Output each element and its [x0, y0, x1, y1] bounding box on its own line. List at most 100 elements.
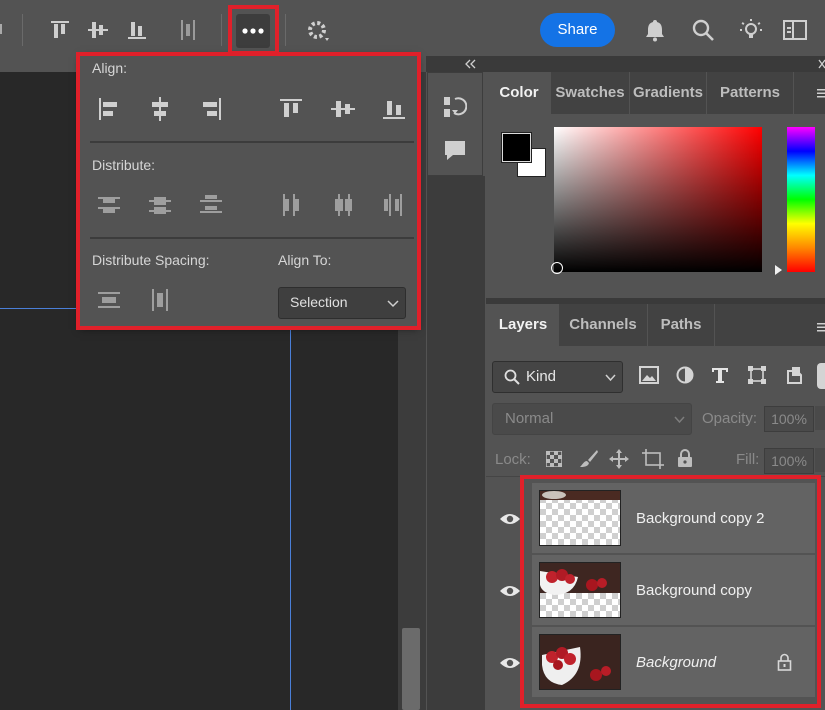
tab-channels[interactable]: Channels — [559, 304, 647, 346]
search-icon — [504, 369, 520, 385]
more-options-icon — [242, 28, 264, 34]
tab-gradients[interactable]: Gradients — [630, 72, 706, 114]
layer-name[interactable]: Background copy 2 — [636, 510, 764, 527]
distribute-spacing-label: Distribute Spacing: — [92, 252, 210, 268]
layer-name[interactable]: Background copy — [636, 582, 752, 599]
filter-type-layers-icon[interactable] — [711, 366, 729, 384]
search-icon[interactable] — [691, 18, 715, 42]
layer-visibility-eye-icon[interactable] — [499, 656, 521, 670]
lock-position-move-icon[interactable] — [609, 449, 629, 469]
filter-pixel-layers-icon[interactable] — [639, 366, 659, 384]
align-to-label: Align To: — [278, 252, 332, 268]
layer-lock-icon[interactable] — [777, 653, 792, 671]
distribute-right-edges-icon[interactable] — [381, 192, 407, 218]
lock-image-pixels-brush-icon[interactable] — [579, 449, 599, 469]
panel-menu-icon[interactable] — [817, 322, 825, 332]
lock-transparent-pixels-icon[interactable] — [546, 451, 562, 467]
tab-paths[interactable]: Paths — [648, 304, 714, 346]
share-button[interactable]: Share — [540, 13, 615, 47]
layer-thumbnail[interactable] — [539, 490, 621, 546]
distribute-left-edges-icon[interactable] — [278, 192, 304, 218]
layer-thumbnail-image — [540, 563, 620, 595]
lock-label: Lock: — [495, 451, 531, 468]
distribute-bottom-edges-icon[interactable] — [198, 192, 224, 218]
fill-input-overflow — [815, 448, 825, 472]
panel-dock-header — [426, 56, 825, 72]
tab-swatches[interactable]: Swatches — [551, 72, 629, 114]
lock-artboard-icon[interactable] — [642, 449, 664, 469]
settings-gear-icon[interactable] — [306, 18, 330, 42]
guide-line-horizontal — [0, 308, 80, 309]
align-vertical-centers-icon[interactable] — [86, 18, 110, 42]
layer-name[interactable]: Background — [636, 654, 716, 671]
opacity-input[interactable]: 100% — [764, 406, 814, 432]
scrollbar-thumb[interactable] — [402, 628, 420, 710]
tips-lightbulb-icon[interactable] — [739, 18, 763, 42]
align-bottom-edges-icon[interactable] — [125, 18, 149, 42]
fill-input[interactable]: 100% — [764, 448, 814, 474]
filter-toggle-switch[interactable] — [817, 363, 825, 389]
align-top-edges-icon[interactable] — [48, 18, 72, 42]
align-right-edges-icon[interactable] — [198, 96, 224, 122]
filter-shape-layers-icon[interactable] — [748, 366, 766, 384]
align-top-edges-icon[interactable] — [278, 96, 304, 122]
filter-adjustment-layers-icon[interactable] — [676, 366, 694, 384]
distribute-vertical-spacing-icon[interactable] — [96, 287, 122, 313]
more-options-button[interactable] — [236, 14, 270, 48]
chevron-down-icon — [605, 374, 616, 382]
history-panel-icon[interactable] — [443, 95, 467, 121]
distribute-horizontal-centers-icon[interactable] — [330, 192, 356, 218]
layer-visibility-eye-icon[interactable] — [499, 512, 521, 526]
distribute-vertical-centers-icon[interactable] — [147, 192, 173, 218]
distribute-horizontal-spacing-icon[interactable] — [147, 287, 173, 313]
color-picker-marker[interactable] — [551, 262, 563, 274]
collapse-panels-icon[interactable] — [464, 59, 476, 69]
align-label: Align: — [92, 60, 128, 76]
align-to-value: Selection — [290, 294, 348, 310]
toolbar-separator — [221, 14, 222, 46]
tab-layers[interactable]: Layers — [488, 304, 558, 346]
toolbar-overflow-icon — [0, 24, 8, 34]
layers-list-top-border — [486, 476, 825, 477]
align-to-select[interactable]: Selection — [278, 287, 406, 319]
align-bottom-edges-icon[interactable] — [381, 96, 407, 122]
hue-slider-handle[interactable] — [775, 265, 782, 275]
notification-bell-icon[interactable] — [643, 18, 667, 42]
tab-patterns[interactable]: Patterns — [707, 72, 793, 114]
align-left-edges-icon[interactable] — [96, 96, 122, 122]
fill-value: 100% — [771, 453, 807, 469]
panel-menu-icon[interactable] — [817, 88, 825, 98]
tab-color[interactable]: Color — [488, 72, 550, 114]
opacity-value: 100% — [771, 411, 807, 427]
layers-panel-tabbar-end — [715, 304, 825, 346]
blend-mode-select[interactable]: Normal — [492, 403, 692, 435]
align-vertical-centers-icon[interactable] — [330, 96, 356, 122]
distribute-top-edges-icon[interactable] — [96, 192, 122, 218]
blend-mode-value: Normal — [505, 410, 554, 427]
toolbar-separator — [22, 14, 23, 46]
layer-filter-select[interactable]: Kind — [492, 361, 623, 393]
chevron-down-icon — [387, 300, 399, 308]
chevron-down-icon — [674, 416, 685, 424]
filter-smart-objects-icon[interactable] — [786, 366, 804, 384]
distribute-label: Distribute: — [92, 157, 156, 173]
layer-visibility-eye-icon[interactable] — [499, 584, 521, 598]
distribute-horizontal-icon[interactable] — [176, 18, 200, 42]
layer-thumbnail[interactable] — [539, 634, 621, 690]
opacity-input-overflow — [815, 406, 825, 430]
layer-filter-value: Kind — [526, 368, 557, 385]
guide-line-vertical — [290, 328, 291, 710]
dock-empty-area — [427, 176, 485, 710]
foreground-color-swatch[interactable] — [502, 133, 531, 162]
lock-all-icon[interactable] — [677, 449, 693, 468]
workspace-layout-icon[interactable] — [783, 18, 807, 42]
toolbar-separator — [285, 14, 286, 46]
close-panel-icon[interactable] — [818, 59, 825, 69]
color-saturation-field[interactable] — [554, 127, 762, 272]
collapsed-panel-dock — [427, 72, 483, 176]
options-bar: Share — [0, 0, 825, 59]
layer-thumbnail[interactable] — [539, 562, 621, 618]
hue-slider[interactable] — [787, 127, 815, 272]
comments-panel-icon[interactable] — [443, 139, 467, 163]
align-horizontal-centers-icon[interactable] — [147, 96, 173, 122]
